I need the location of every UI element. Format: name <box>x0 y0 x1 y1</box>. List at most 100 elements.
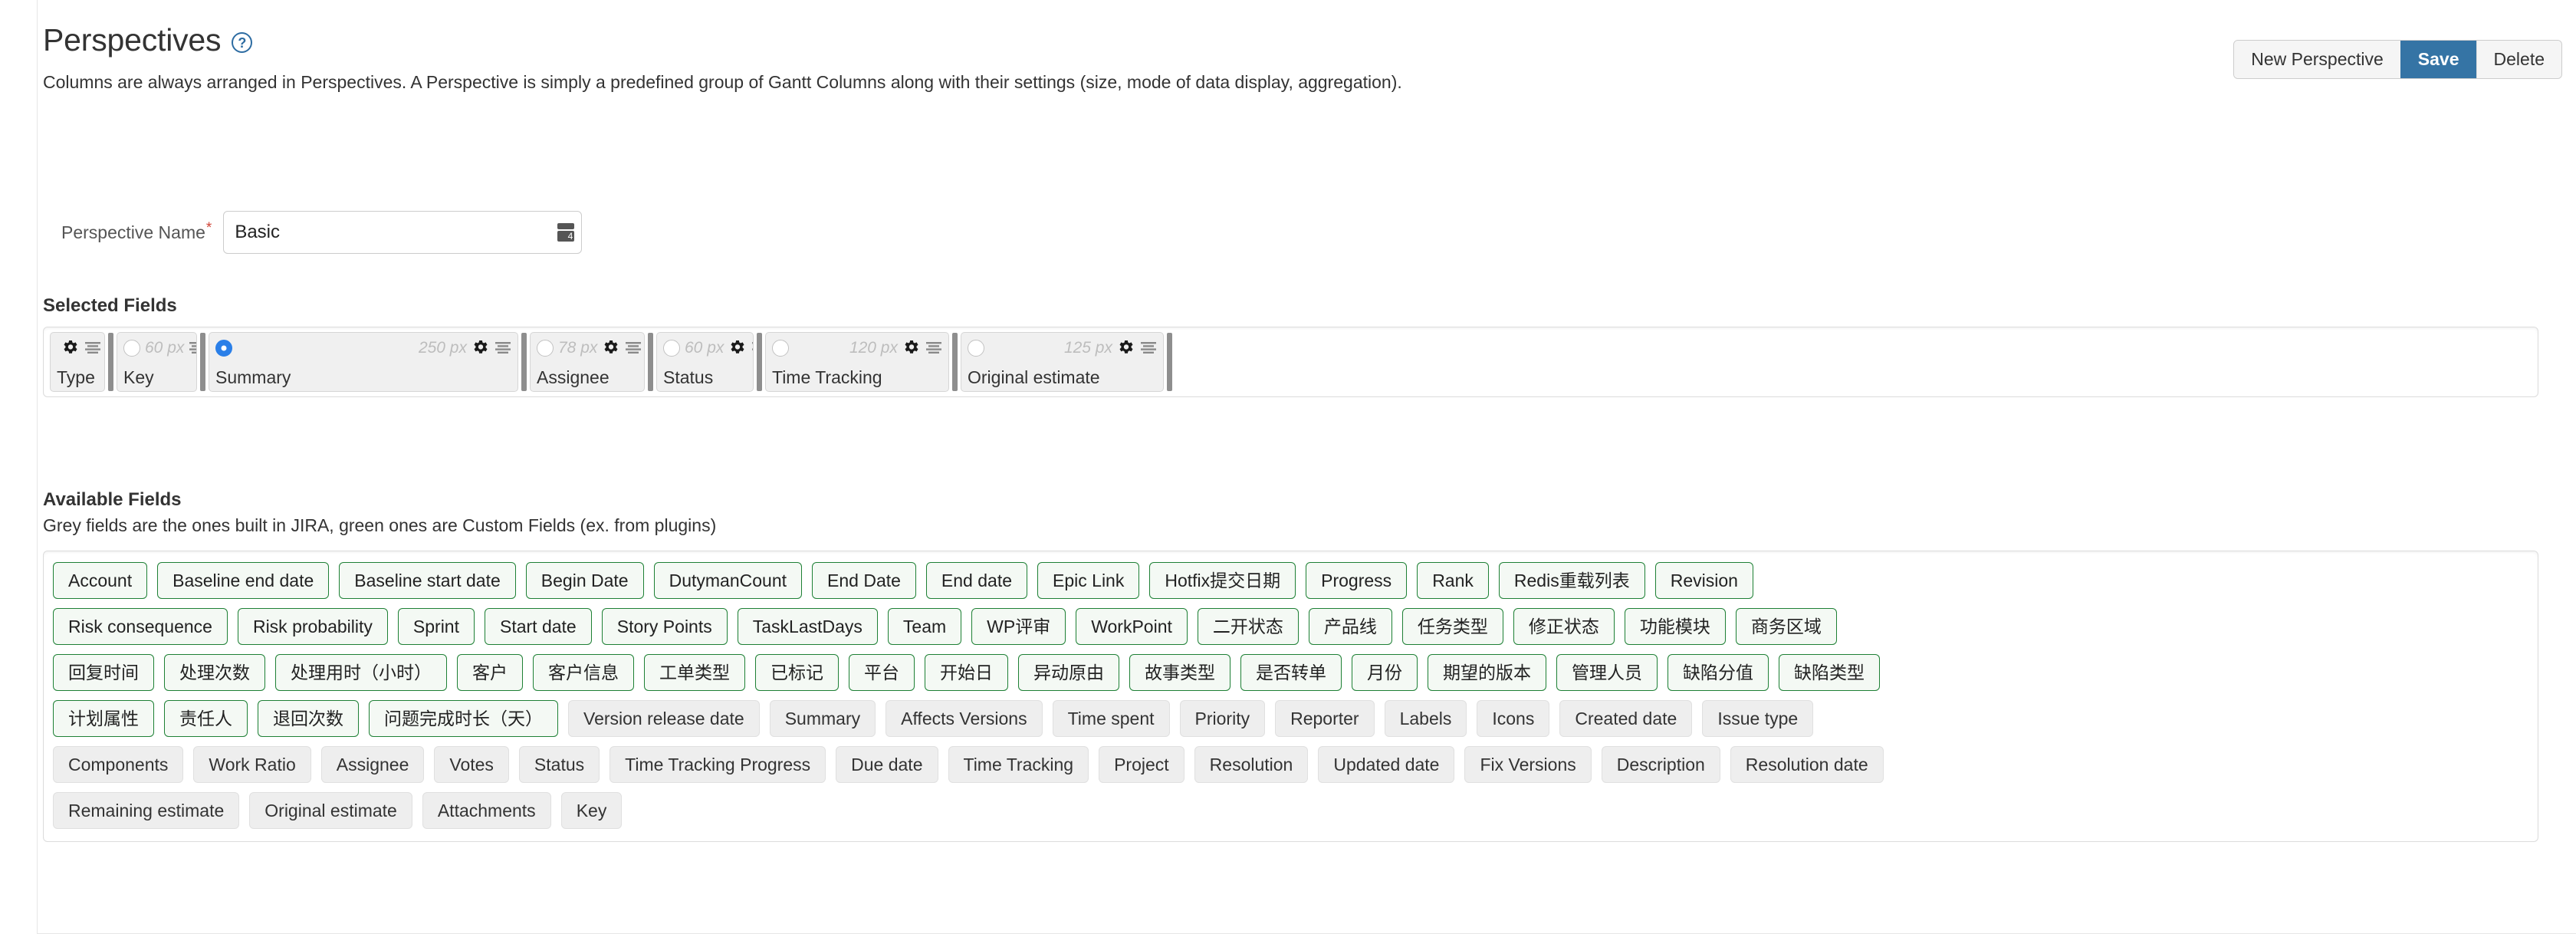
available-field-chip[interactable]: Summary <box>769 700 876 737</box>
gear-icon[interactable] <box>1117 339 1135 357</box>
available-field-chip[interactable]: Affects Versions <box>886 700 1043 737</box>
available-field-chip[interactable]: Time spent <box>1052 700 1170 737</box>
column-resize-handle[interactable] <box>200 333 205 391</box>
available-field-chip[interactable]: Time Tracking <box>948 746 1089 783</box>
available-field-chip[interactable]: Resolution <box>1194 746 1309 783</box>
available-field-chip[interactable]: 平台 <box>849 654 915 691</box>
gear-icon[interactable] <box>902 339 921 357</box>
available-field-chip[interactable]: Time Tracking Progress <box>610 746 826 783</box>
available-field-chip[interactable]: Baseline end date <box>157 562 330 599</box>
gear-icon[interactable] <box>472 339 490 357</box>
column-picker-icon[interactable]: 4 <box>556 221 576 244</box>
available-field-chip[interactable]: Key <box>560 792 623 829</box>
available-field-chip[interactable]: Begin Date <box>525 562 644 599</box>
available-field-chip[interactable]: Due date <box>836 746 938 783</box>
available-field-chip[interactable]: Original estimate <box>249 792 412 829</box>
available-field-chip[interactable]: 期望的版本 <box>1428 654 1546 691</box>
available-field-chip[interactable]: 故事类型 <box>1129 654 1230 691</box>
available-field-chip[interactable]: Labels <box>1384 700 1467 737</box>
radio-unchecked-icon[interactable] <box>123 340 140 357</box>
available-field-chip[interactable]: WorkPoint <box>1076 608 1188 645</box>
available-field-chip[interactable]: 修正状态 <box>1513 608 1615 645</box>
gear-icon[interactable] <box>61 339 80 357</box>
selected-column-chip[interactable]: 60 px Status <box>656 332 754 392</box>
available-field-chip[interactable]: Story Points <box>601 608 728 645</box>
available-field-chip[interactable]: Priority <box>1179 700 1266 737</box>
align-icon[interactable] <box>1140 340 1157 357</box>
available-field-chip[interactable]: End date <box>925 562 1028 599</box>
available-field-chip[interactable]: Assignee <box>320 746 425 783</box>
align-icon[interactable] <box>925 340 942 357</box>
selected-column-chip[interactable]: Type <box>50 332 105 392</box>
radio-unchecked-icon[interactable] <box>772 340 789 357</box>
selected-column-chip[interactable]: 60 px Key <box>117 332 197 392</box>
gear-icon[interactable] <box>602 339 620 357</box>
available-field-chip[interactable]: 缺陷分值 <box>1668 654 1769 691</box>
align-icon[interactable] <box>84 340 101 357</box>
available-field-chip[interactable]: Remaining estimate <box>53 792 240 829</box>
available-field-chip[interactable]: WP评审 <box>971 608 1066 645</box>
available-field-chip[interactable]: 缺陷类型 <box>1779 654 1880 691</box>
available-field-chip[interactable]: 回复时间 <box>53 654 154 691</box>
available-field-chip[interactable]: DutymanCount <box>653 562 803 599</box>
available-field-chip[interactable]: End Date <box>812 562 916 599</box>
gear-icon[interactable] <box>728 339 747 357</box>
available-field-chip[interactable]: 客户信息 <box>533 654 634 691</box>
selected-column-chip[interactable]: 125 px Original estimate <box>961 332 1164 392</box>
available-field-chip[interactable]: 任务类型 <box>1401 608 1503 645</box>
available-field-chip[interactable]: Description <box>1601 746 1720 783</box>
question-mark-icon[interactable]: ? <box>232 32 253 54</box>
column-resize-handle[interactable] <box>757 333 762 391</box>
available-field-chip[interactable]: 计划属性 <box>53 700 154 737</box>
available-field-chip[interactable]: Team <box>887 608 962 645</box>
available-field-chip[interactable]: 管理人员 <box>1556 654 1658 691</box>
available-field-chip[interactable]: 月份 <box>1352 654 1418 691</box>
available-field-chip[interactable]: Sprint <box>397 608 475 645</box>
available-field-chip[interactable]: 商务区域 <box>1735 608 1837 645</box>
delete-button[interactable]: Delete <box>2476 41 2561 78</box>
column-resize-handle[interactable] <box>1167 333 1172 391</box>
available-field-chip[interactable]: 二开状态 <box>1197 608 1299 645</box>
column-resize-handle[interactable] <box>108 333 113 391</box>
radio-checked-icon[interactable] <box>215 340 232 357</box>
available-field-chip[interactable]: Account <box>53 562 148 599</box>
available-field-chip[interactable]: 异动原由 <box>1018 654 1119 691</box>
available-field-chip[interactable]: Updated date <box>1318 746 1455 783</box>
available-field-chip[interactable]: Rank <box>1417 562 1489 599</box>
radio-unchecked-icon[interactable] <box>663 340 680 357</box>
available-field-chip[interactable]: 问题完成时长（天） <box>369 700 558 737</box>
available-field-chip[interactable]: Issue type <box>1702 700 1814 737</box>
available-field-chip[interactable]: Fix Versions <box>1464 746 1592 783</box>
selected-column-chip[interactable]: 120 px Time Tracking <box>765 332 949 392</box>
available-field-chip[interactable]: Epic Link <box>1037 562 1140 599</box>
align-icon[interactable] <box>751 340 753 357</box>
available-field-chip[interactable]: 处理用时（小时） <box>275 654 447 691</box>
column-resize-handle[interactable] <box>521 333 527 391</box>
perspective-name-input[interactable] <box>223 211 583 254</box>
available-field-chip[interactable]: Progress <box>1306 562 1408 599</box>
available-field-chip[interactable]: Status <box>518 746 600 783</box>
available-field-chip[interactable]: 是否转单 <box>1240 654 1342 691</box>
available-field-chip[interactable]: 责任人 <box>164 700 248 737</box>
available-field-chip[interactable]: 功能模块 <box>1624 608 1726 645</box>
available-field-chip[interactable]: Attachments <box>422 792 551 829</box>
available-field-chip[interactable]: 已标记 <box>755 654 839 691</box>
available-field-chip[interactable]: Icons <box>1477 700 1550 737</box>
column-resize-handle[interactable] <box>648 333 653 391</box>
radio-unchecked-icon[interactable] <box>537 340 554 357</box>
column-resize-handle[interactable] <box>952 333 958 391</box>
available-field-chip[interactable]: 退回次数 <box>258 700 359 737</box>
save-button[interactable]: Save <box>2400 41 2476 78</box>
selected-column-chip[interactable]: 250 px Summary <box>209 332 518 392</box>
selected-column-chip[interactable]: 78 px Assignee <box>530 332 645 392</box>
available-field-chip[interactable]: TaskLastDays <box>737 608 878 645</box>
available-field-chip[interactable]: Project <box>1099 746 1184 783</box>
available-field-chip[interactable]: Work Ratio <box>193 746 311 783</box>
available-field-chip[interactable]: Revision <box>1654 562 1753 599</box>
available-field-chip[interactable]: Start date <box>485 608 592 645</box>
available-field-chip[interactable]: 处理次数 <box>164 654 265 691</box>
new-perspective-button[interactable]: New Perspective <box>2234 41 2400 78</box>
available-field-chip[interactable]: 开始日 <box>925 654 1008 691</box>
available-field-chip[interactable]: Risk consequence <box>53 608 228 645</box>
align-icon[interactable] <box>625 340 642 357</box>
